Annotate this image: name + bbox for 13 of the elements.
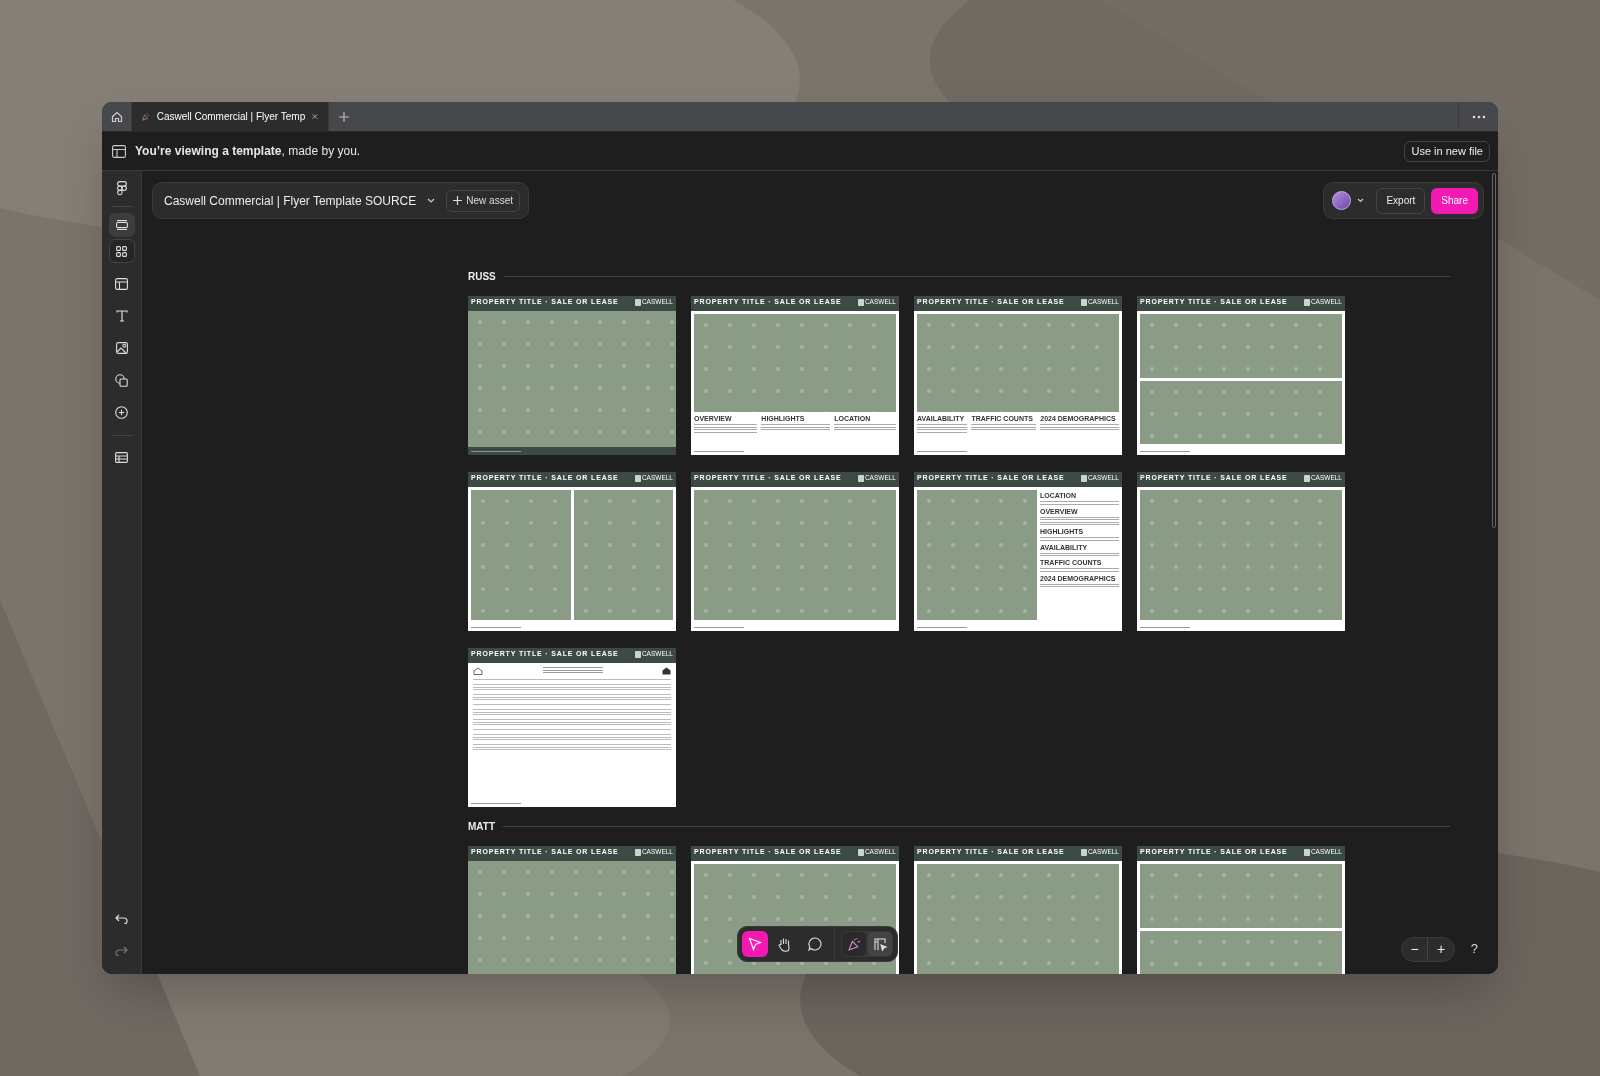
use-in-new-file-button[interactable]: Use in new file — [1404, 140, 1490, 162]
zoom-in-button[interactable]: + — [1428, 938, 1454, 961]
banner-text: You’re viewing a template, made by you. — [135, 143, 362, 160]
file-title: Caswell Commercial | Flyer Template SOURCE — [164, 192, 417, 210]
new-asset-button[interactable]: New asset — [446, 189, 520, 212]
tab-label: Caswell Commercial | Flyer Temp — [156, 110, 306, 124]
file-tab[interactable]: Caswell Commercial | Flyer Temp — [132, 102, 329, 131]
section-label: RUSS — [468, 269, 496, 284]
help-button[interactable]: ? — [1470, 938, 1478, 958]
share-button[interactable]: Share — [1431, 187, 1478, 214]
export-button[interactable]: Export — [1376, 187, 1426, 214]
section-label: MATT — [468, 819, 496, 834]
zoom-out-button[interactable]: − — [1402, 938, 1428, 961]
